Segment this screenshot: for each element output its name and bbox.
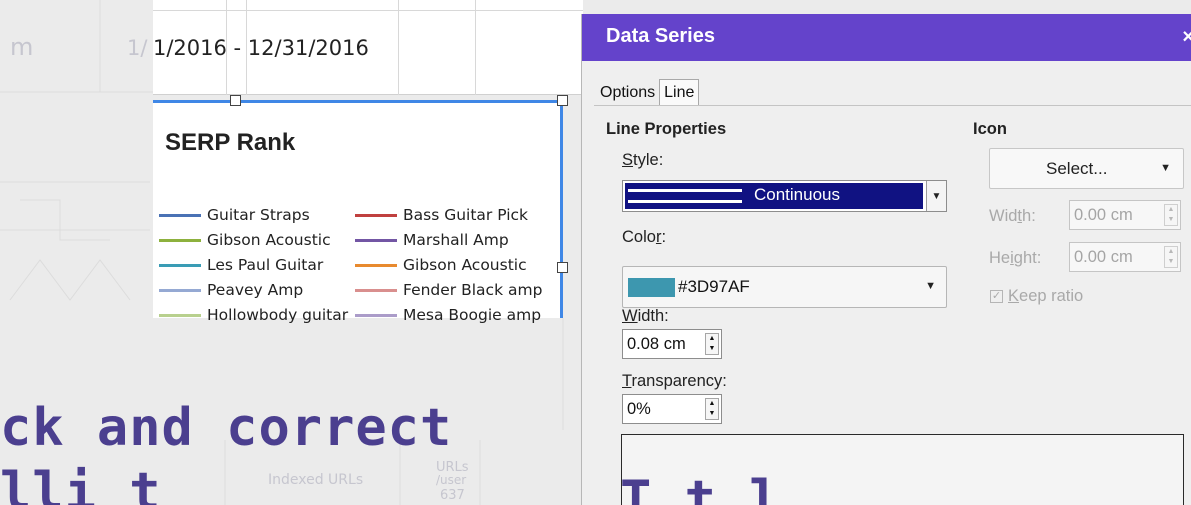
dialog-titlebar[interactable]: Data Series ×: [582, 14, 1191, 61]
chart-title: SERP Rank: [165, 129, 296, 156]
resize-handle[interactable]: [557, 95, 568, 106]
legend-swatch: [159, 288, 201, 292]
dialog-tabs: Options Line: [596, 76, 700, 106]
transparency-spinner[interactable]: 0% ▲ ▼: [622, 394, 722, 424]
transparency-label: Transparency:: [622, 372, 727, 390]
legend-swatch: [159, 313, 201, 317]
background-table-sub: /user: [436, 473, 467, 487]
legend-swatch: [355, 213, 397, 217]
icon-height-label: Height:: [989, 249, 1042, 267]
icon-height-spinner[interactable]: 0.00 cm ▲ ▼: [1069, 242, 1181, 272]
spinner-arrows-icon[interactable]: ▲ ▼: [705, 333, 719, 355]
line-color-value: #3D97AF: [678, 277, 750, 296]
legend-label: Fender Black amp: [403, 281, 543, 299]
legend-item: Hollowbody guitar: [159, 306, 348, 324]
dialog-title: Data Series: [606, 25, 715, 47]
legend-swatch: [159, 213, 201, 217]
style-label: Style:: [622, 151, 664, 169]
chevron-down-icon: ▼: [925, 280, 936, 292]
chevron-down-icon: ▼: [1160, 162, 1171, 174]
line-properties-heading: Line Properties: [606, 120, 727, 138]
legend-swatch: [355, 313, 397, 317]
spinner-arrows-icon[interactable]: ▲ ▼: [1164, 246, 1178, 268]
legend-label: Peavey Amp: [207, 281, 304, 299]
legend-item: Mesa Boogie amp: [355, 306, 541, 324]
legend-item: Les Paul Guitar: [159, 256, 323, 274]
resize-handle[interactable]: [557, 262, 568, 273]
icon-width-label: Width:: [989, 207, 1036, 225]
legend-item: Bass Guitar Pick: [355, 206, 528, 224]
legend-label: Gibson Acoustic: [207, 231, 331, 249]
icon-select-label: Select...: [1046, 159, 1108, 178]
line-style-value: Continuous: [754, 185, 841, 204]
data-series-dialog: Data Series × Options Line Line Properti…: [581, 14, 1191, 505]
legend-item: Gibson Acoustic: [355, 256, 527, 274]
legend-label: Gibson Acoustic: [403, 256, 527, 274]
icon-width-value: 0.00 cm: [1074, 206, 1133, 224]
keep-ratio-checkbox[interactable]: ✓ Keep ratio: [990, 287, 1083, 306]
background-date-fragment: 1/: [127, 36, 148, 60]
legend-swatch: [159, 238, 201, 242]
legend-item: Fender Black amp: [355, 281, 542, 299]
legend-item: Guitar Straps: [159, 206, 310, 224]
icon-heading: Icon: [973, 120, 1007, 138]
legend-label: Guitar Straps: [207, 206, 310, 224]
line-style-preview: [628, 189, 742, 203]
legend-label: Hollowbody guitar: [207, 306, 349, 324]
tab-options[interactable]: Options: [596, 80, 659, 106]
legend-item: Marshall Amp: [355, 231, 509, 249]
chart[interactable]: SERP Rank Guitar Straps Bass Guitar Pick G…: [153, 100, 563, 324]
line-style-select[interactable]: Continuous ▼: [622, 180, 947, 212]
checkmark-icon: ✓: [990, 290, 1003, 303]
legend-swatch: [355, 238, 397, 242]
legend-label: Bass Guitar Pick: [403, 206, 529, 224]
legend-label: Marshall Amp: [403, 231, 509, 249]
tab-line[interactable]: Line: [659, 79, 700, 106]
background-headline-right: T t l: [620, 470, 782, 505]
spreadsheet-area: 1/2016 - 12/31/2016: [153, 0, 583, 95]
width-label: Width:: [622, 307, 669, 325]
chevron-down-icon[interactable]: ▼: [926, 181, 946, 211]
spinner-arrows-icon[interactable]: ▲ ▼: [705, 398, 719, 420]
legend-swatch: [159, 263, 201, 267]
spinner-arrows-icon[interactable]: ▲ ▼: [1164, 204, 1178, 226]
color-swatch: [628, 278, 675, 297]
legend-item: Peavey Amp: [159, 281, 303, 299]
date-range-cell[interactable]: 1/2016 - 12/31/2016: [153, 36, 369, 60]
background-headline-2: lli t: [0, 462, 162, 505]
icon-height-value: 0.00 cm: [1074, 248, 1133, 266]
legend-swatch: [355, 263, 397, 267]
legend-label: Mesa Boogie amp: [403, 306, 542, 324]
line-width-spinner[interactable]: 0.08 cm ▲ ▼: [622, 329, 722, 359]
background-headline: ck and correct: [0, 398, 453, 458]
legend-swatch: [355, 288, 397, 292]
background-table-label: Indexed URLs: [268, 472, 364, 488]
line-width-value: 0.08 cm: [627, 335, 686, 353]
close-icon[interactable]: ×: [1182, 26, 1191, 49]
background-table-value: 637: [440, 488, 465, 503]
icon-width-spinner[interactable]: 0.00 cm ▲ ▼: [1069, 200, 1181, 230]
background-fragment-text: m: [10, 33, 34, 61]
legend-item: Gibson Acoustic: [159, 231, 331, 249]
color-label: Color:: [622, 228, 667, 246]
resize-handle[interactable]: [230, 95, 241, 106]
icon-select-button[interactable]: Select... ▼: [989, 148, 1184, 189]
transparency-value: 0%: [627, 400, 651, 418]
line-color-select[interactable]: #3D97AF ▼: [622, 266, 947, 308]
legend-label: Les Paul Guitar: [207, 256, 324, 274]
